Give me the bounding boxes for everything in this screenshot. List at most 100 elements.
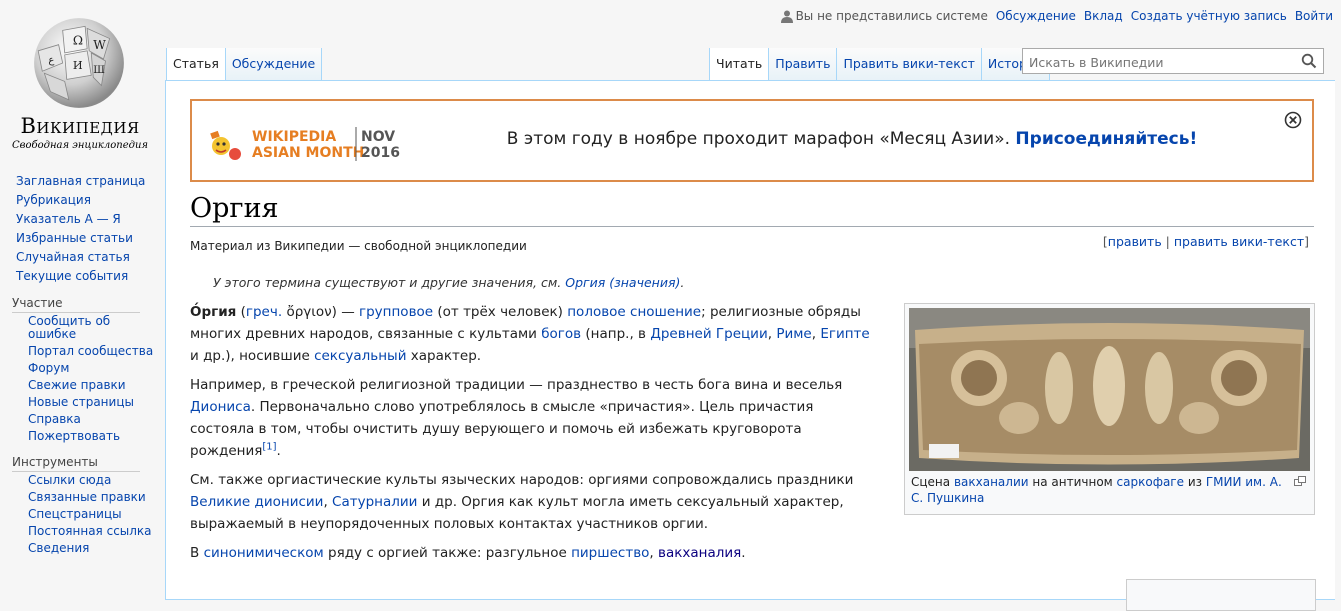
tab-article[interactable]: Статья	[166, 48, 226, 80]
banner-logo-year: 2016	[361, 145, 400, 161]
svg-text:W: W	[93, 38, 106, 52]
text: В	[190, 545, 204, 561]
personal-contributions-link[interactable]: Вклад	[1084, 9, 1123, 23]
link-bacchanalia-caption[interactable]: вакханалии	[954, 475, 1029, 489]
link-saturnalia[interactable]: Сатурналии	[332, 494, 417, 510]
enlarge-icon[interactable]	[1294, 476, 1306, 486]
text: ряду с оргией также: разгульное	[323, 545, 572, 561]
link-ancient-greece[interactable]: Древней Греции	[650, 326, 767, 342]
anon-notice: Вы не представились системе	[780, 9, 988, 23]
svg-text:ع: ع	[48, 55, 54, 66]
tab-talk[interactable]: Обсуждение	[225, 48, 323, 80]
search-icon[interactable]	[1301, 53, 1317, 69]
sidebar-item-index[interactable]: Указатель А — Я	[16, 212, 121, 226]
sidebar-item-featured[interactable]: Избранные статьи	[16, 231, 133, 245]
link-synonym[interactable]: синонимическом	[204, 545, 324, 561]
text: См. также оргиастические культы язычески…	[190, 472, 854, 488]
banner-text: В этом году в ноябре проходит марафон «М…	[506, 129, 1011, 149]
sidebar-item-special-pages[interactable]: Спецстраницы	[28, 507, 122, 521]
anon-text: Вы не представились системе	[795, 9, 988, 23]
text: —	[336, 304, 359, 320]
sidebar-item-related-changes[interactable]: Связанные правки	[28, 490, 146, 504]
login-link[interactable]: Войти	[1295, 9, 1333, 23]
link-gods[interactable]: богов	[541, 326, 581, 342]
text: (напр., в	[581, 326, 651, 342]
link-dionysia[interactable]: Великие дионисии	[190, 494, 323, 510]
text: Сцена	[911, 475, 954, 489]
page-title: Оргия	[190, 193, 1314, 227]
paragraph-4: В синонимическом ряду с оргией также: ра…	[190, 545, 746, 561]
sidebar-item-help[interactable]: Справка	[28, 412, 81, 426]
close-icon[interactable]	[1284, 111, 1302, 129]
svg-text:Ш: Ш	[93, 65, 105, 76]
greek-term: ὄργιον	[286, 304, 332, 320]
namespace-tabs: Статья Обсуждение	[166, 48, 323, 80]
create-account-link[interactable]: Создать учётную запись	[1131, 9, 1287, 23]
text: . Первоначально слово употреблялось в см…	[190, 399, 814, 459]
paragraph-1: О́ргия (греч. ὄργιον) — групповое (от тр…	[190, 304, 870, 364]
sidebar-item-categories[interactable]: Рубрикация	[16, 193, 91, 207]
link-greek[interactable]: греч.	[246, 304, 282, 320]
paragraph-2: Например, в греческой религиозной традиц…	[190, 377, 843, 459]
banner-logo-line1: WIKIPEDIA	[252, 129, 336, 145]
banner-message: В этом году в ноябре проходит марафон «М…	[442, 129, 1262, 149]
sidebar-tools: Инструменты Ссылки сюда Связанные правки…	[0, 455, 160, 557]
link-sex[interactable]: половое сношение	[567, 304, 701, 320]
banner-join-link[interactable]: Присоединяйтесь!	[1015, 129, 1197, 149]
article-body: О́ргия (греч. ὄργιον) — групповое (от тр…	[190, 301, 880, 571]
link-dionysus[interactable]: Диониса	[190, 399, 251, 415]
sidebar-item-recent-changes[interactable]: Свежие правки	[28, 378, 126, 392]
edit-source-link[interactable]: править вики-текст	[1174, 234, 1304, 249]
wikipedia-globe-icon: Ω W И ع Ш	[34, 18, 124, 108]
svg-text:И: И	[73, 59, 83, 72]
sidebar-item-forum[interactable]: Форум	[28, 361, 69, 375]
sidebar-item-main-page[interactable]: Заглавная страница	[16, 174, 145, 188]
sidebar-item-what-links-here[interactable]: Ссылки сюда	[28, 473, 111, 487]
tab-edit-source[interactable]: Править вики-текст	[837, 48, 982, 80]
sarcophagus-image[interactable]	[909, 308, 1310, 471]
link-feast[interactable]: пиршество	[571, 545, 649, 561]
tab-edit[interactable]: Править	[769, 48, 838, 80]
wikipedia-asian-month-logo[interactable]: WIKIPEDIA ASIAN MONTH NOV 2016	[208, 123, 408, 163]
paragraph-3: См. также оргиастические культы язычески…	[190, 472, 854, 532]
text: из	[1184, 475, 1206, 489]
infobox-edge	[1126, 579, 1316, 611]
edit-link[interactable]: править	[1108, 234, 1162, 249]
link-egypt[interactable]: Египте	[820, 326, 869, 342]
view-tabs: Читать Править Править вики-текст Истори…	[709, 48, 1050, 80]
sidebar-item-current-events[interactable]: Текущие события	[16, 269, 128, 283]
sidebar-navigation: Заглавная страница Рубрикация Указатель …	[0, 172, 160, 286]
link-bacchanalia[interactable]: вакханалия	[658, 545, 741, 561]
text: (от трёх человек)	[433, 304, 568, 320]
link-sexual[interactable]: сексуальный	[314, 348, 406, 364]
sidebar-tools-heading: Инструменты	[12, 455, 140, 472]
user-icon	[780, 10, 793, 23]
sidebar-item-report-error[interactable]: Сообщить об ошибке	[28, 314, 110, 341]
wikipedia-logo[interactable]: Ω W И ع Ш Википедия Свободная энциклопед…	[0, 0, 160, 160]
sidebar-item-permanent-link[interactable]: Постоянная ссылка	[28, 524, 152, 538]
hatnote-text: У этого термина существуют и другие знач…	[213, 275, 562, 290]
sidebar-item-random[interactable]: Случайная статья	[16, 250, 130, 264]
reference-1[interactable]: [1]	[262, 442, 276, 453]
sidebar-item-donate[interactable]: Пожертвовать	[28, 429, 120, 443]
sidebar-participation: Участие Сообщить об ошибке Портал сообще…	[0, 296, 160, 445]
term-bold: О́ргия	[190, 304, 237, 320]
hatnote-disambig-link[interactable]: Оргия (значения)	[565, 275, 680, 290]
link-group[interactable]: групповое	[359, 304, 433, 320]
site-subtitle: Материал из Википедии — свободной энцикл…	[190, 239, 527, 253]
search-input[interactable]	[1027, 50, 1301, 74]
svg-text:Ω: Ω	[73, 34, 83, 48]
link-sarcophagus[interactable]: саркофаге	[1117, 475, 1184, 489]
sidebar-item-community-portal[interactable]: Портал сообщества	[28, 344, 153, 358]
text: характер.	[406, 348, 482, 364]
sidebar-item-new-pages[interactable]: Новые страницы	[28, 395, 134, 409]
search-box	[1022, 48, 1324, 74]
link-rome[interactable]: Риме	[776, 326, 811, 342]
tab-read[interactable]: Читать	[709, 48, 770, 80]
sidebar-item-page-info[interactable]: Сведения	[28, 541, 89, 555]
thumbnail-caption: Сцена вакханалии на античном саркофаге и…	[911, 474, 1291, 506]
text: Например, в греческой религиозной традиц…	[190, 377, 843, 393]
content-area: WIKIPEDIA ASIAN MONTH NOV 2016 В этом го…	[165, 80, 1335, 611]
personal-talk-link[interactable]: Обсуждение	[996, 9, 1076, 23]
text: и др.), носившие	[190, 348, 315, 364]
